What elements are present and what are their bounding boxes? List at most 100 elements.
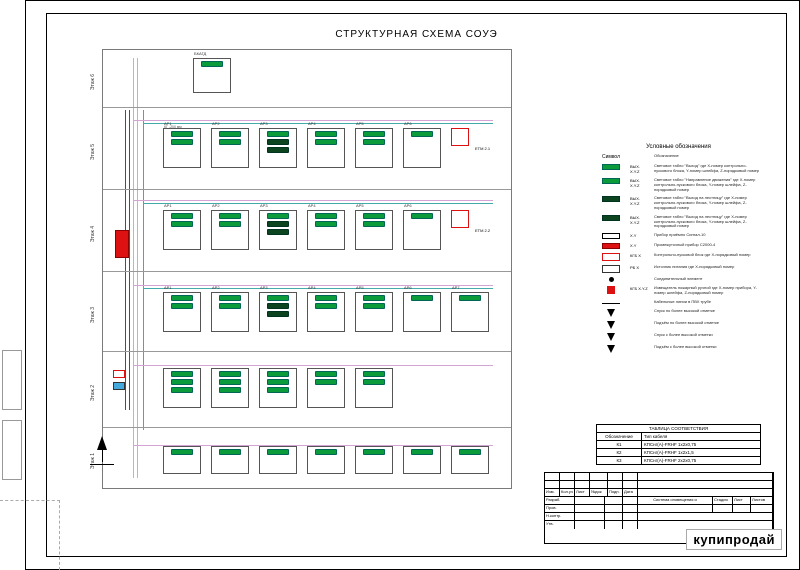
control-panel xyxy=(115,230,129,258)
device-box: АР3 xyxy=(259,128,297,168)
tb-ndoc: №док xyxy=(590,489,608,496)
device-label: АР5 xyxy=(356,285,364,290)
device-box: АР1 xyxy=(163,292,201,332)
tb-stage: Стадия xyxy=(713,497,733,504)
drawing-sheet: СТРУКТУРНАЯ СХЕМА СОУЭ xyxy=(25,0,800,570)
device-box: АР5 xyxy=(355,292,393,332)
legend-desc: Контрольно-пусковой блок где X-порядковы… xyxy=(654,253,761,258)
legend-row: КГБ XКонтрольно-пусковой блок где X-поря… xyxy=(596,253,761,261)
legend-row: Спуск по более высокой отметке xyxy=(596,309,761,317)
device-label: БКАГД xyxy=(194,51,206,56)
indicator-green xyxy=(171,221,193,227)
indicator-green xyxy=(219,371,241,377)
legend-code: ВЫХ. X.Y.Z xyxy=(630,178,650,188)
floor-label: Этаж 5 xyxy=(90,143,96,159)
indicator-green xyxy=(459,449,481,455)
device-box: АР7 xyxy=(451,292,489,332)
indicator-green xyxy=(315,213,337,219)
tb-role: Разраб. xyxy=(545,497,575,504)
tb-project: Система оповещения и xyxy=(638,497,713,504)
tb-date: Дата xyxy=(623,489,638,496)
strip-inv xyxy=(2,420,22,480)
legend-row: КГБ X.Y.ZИзвещатель пожарный ручной где … xyxy=(596,286,761,296)
floor-6: Этаж 6 БКАГД xyxy=(103,50,511,108)
device-box: АР4 xyxy=(307,128,345,168)
device-label: АР6 xyxy=(404,285,412,290)
legend-row: X.YПромежуточный прибор С2000-4 xyxy=(596,243,761,249)
legend-symbol-icon xyxy=(596,178,626,184)
legend-desc: Спуск по более высокой отметке xyxy=(654,309,761,314)
detector-box xyxy=(451,128,469,146)
corr-cell: КПСнг(А)-FRHF 1х2х0,75 xyxy=(642,441,760,448)
corr-header-2: Тип кабеля xyxy=(642,433,760,440)
legend-desc: Подъём по более высокой отметке xyxy=(654,321,761,326)
indicator-dark xyxy=(267,311,289,317)
tb-kol: Кол.уч xyxy=(560,489,575,496)
indicator-green xyxy=(219,379,241,385)
tb-role: Утв. xyxy=(545,521,575,529)
tb-sheets: Листов xyxy=(751,497,773,504)
indicator-green xyxy=(219,303,241,309)
indicator-green xyxy=(315,379,337,385)
indicator-green xyxy=(315,221,337,227)
indicator-green xyxy=(171,387,193,393)
device-label: АР3 xyxy=(260,121,268,126)
indicator-green xyxy=(315,295,337,301)
rb-block xyxy=(113,382,125,390)
device-box: АР6 xyxy=(403,210,441,250)
legend-header-desc: Обозначение xyxy=(654,154,761,159)
indicator-green xyxy=(219,221,241,227)
table-row: К3КПСнг(А)-FRHF 2х2х0,75 xyxy=(597,457,760,464)
legend-code: ВЫХ. X.Y.Z xyxy=(630,164,650,174)
legend-row: Спуск с более высокой отметки xyxy=(596,333,761,341)
etm-label: ETM 2.2 xyxy=(475,228,490,233)
indicator-green xyxy=(411,213,433,219)
indicator-green xyxy=(267,371,289,377)
legend-row: Соединительный элемент xyxy=(596,277,761,282)
indicator-green xyxy=(411,131,433,137)
legend-symbol-icon xyxy=(596,286,626,294)
indicator-green xyxy=(171,213,193,219)
indicator-green xyxy=(219,139,241,145)
indicator-green xyxy=(267,387,289,393)
device-box: БКАГД xyxy=(193,58,231,93)
device-box: АР3 xyxy=(259,292,297,332)
indicator-green xyxy=(171,131,193,137)
legend-row: Подъём с более высокой отметки xyxy=(596,345,761,353)
legend-symbol-icon xyxy=(596,309,626,317)
indicator-green xyxy=(363,371,385,377)
indicator-green xyxy=(315,139,337,145)
legend-code: КГБ X.Y.Z xyxy=(630,286,650,291)
legend-desc: Световое табло "Направление движения" гд… xyxy=(654,178,761,192)
indicator-green xyxy=(171,449,193,455)
device-label: АР6 xyxy=(404,203,412,208)
indicator-green xyxy=(459,295,481,301)
tb-role: Н.контр. xyxy=(545,513,575,520)
indicator-green xyxy=(267,295,289,301)
fold-marks xyxy=(0,500,60,570)
indicator-dark xyxy=(267,221,289,227)
corr-cell: КПСнг(А)-FRHF 1х2х1,5 xyxy=(642,449,760,456)
indicator-green xyxy=(363,295,385,301)
device-box: АР1КГ -200 мм xyxy=(163,128,201,168)
legend-desc: Спуск с более высокой отметки xyxy=(654,333,761,338)
device-label: АР5 xyxy=(356,121,364,126)
corr-header-1: Обозначение xyxy=(597,433,642,440)
etm-label: ETM 2.1 xyxy=(475,146,490,151)
drawing-title: СТРУКТУРНАЯ СХЕМА СОУЭ xyxy=(47,29,786,40)
indicator-green xyxy=(267,449,289,455)
indicator-green xyxy=(315,131,337,137)
corr-title: ТАБЛИЦА СООТВЕТСТВИЯ xyxy=(597,425,760,433)
indicator-green xyxy=(315,303,337,309)
device-box: АР4 xyxy=(307,292,345,332)
device-box: АР2 xyxy=(211,292,249,332)
tb-sheet: Лист xyxy=(733,497,751,504)
legend-symbol-icon xyxy=(596,233,626,239)
device-label: АР4 xyxy=(308,203,316,208)
floor-label: Этаж 6 xyxy=(90,73,96,89)
device-label: АР1 xyxy=(164,285,172,290)
indicator-green xyxy=(171,303,193,309)
device-box: АР6 xyxy=(403,128,441,168)
floor-label: Этаж 3 xyxy=(90,306,96,322)
legend-symbol-icon xyxy=(596,196,626,202)
